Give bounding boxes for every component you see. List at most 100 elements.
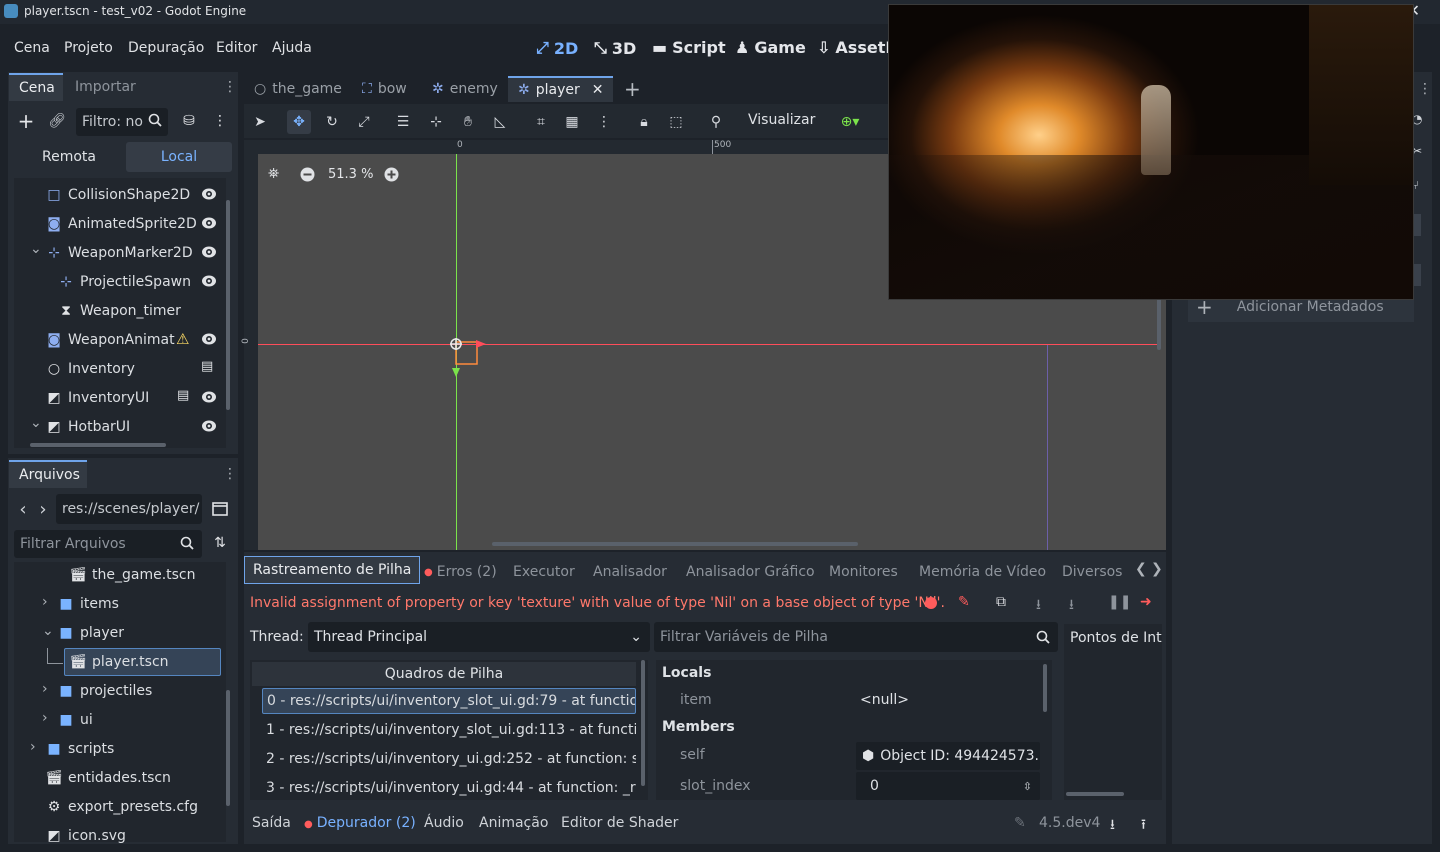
visibility-eye-icon[interactable] (201, 245, 217, 259)
scene-tree-node[interactable]: ◩ HotbarUI (46, 413, 130, 441)
viewport-hscrollbar[interactable] (492, 542, 858, 546)
scene-tree-node[interactable]: ○ Inventory (46, 355, 135, 383)
file-tree-folder[interactable]: ■ ui (58, 706, 92, 734)
add-key-icon[interactable]: ⊕▾ (832, 110, 868, 134)
thread-select[interactable]: Thread Principal ⌄ (308, 622, 650, 652)
inspector-menu-icon[interactable]: ⋮ (1414, 78, 1436, 100)
new-scene-tab-icon[interactable]: + (624, 76, 641, 102)
file-tree-file[interactable]: ◩ icon.svg (46, 822, 126, 850)
link-icon[interactable]: 🔗︎ (46, 110, 68, 132)
lock-icon[interactable]: 🔒︎ (632, 110, 656, 134)
visibility-eye-icon[interactable] (201, 274, 217, 288)
toggle-split-icon[interactable] (209, 498, 231, 520)
file-tree-file[interactable]: ⚙ export_presets.cfg (46, 793, 198, 821)
view-menu-button[interactable]: Visualizar (748, 112, 815, 128)
scene-tree-node[interactable]: ◙ WeaponAnimat (46, 326, 174, 354)
var-slot-index-spinbox[interactable]: 0 ⇳ (856, 772, 1040, 800)
tab-profiler[interactable]: Analisador (593, 560, 667, 584)
bottom-tab-audio[interactable]: Áudio (424, 815, 464, 831)
visibility-eye-icon[interactable] (201, 216, 217, 230)
scene-filter-input[interactable]: Filtro: no (76, 108, 168, 136)
scene-tree-hscrollbar[interactable] (30, 443, 166, 447)
group-icon[interactable]: ⬚ (664, 110, 688, 134)
file-tree-folder[interactable]: ■ items (58, 590, 119, 618)
copy-error-icon[interactable]: ⧉ (996, 594, 1006, 610)
scene-tree-scrollbar[interactable] (226, 200, 230, 410)
expand-panel-icon[interactable]: ⭱ (1141, 814, 1146, 838)
clear-breakpoints-icon[interactable]: ✎ (958, 594, 970, 610)
back-icon[interactable]: ‹ (12, 498, 34, 520)
add-node-icon[interactable]: + (15, 109, 37, 133)
files-dock-menu-icon[interactable]: ⋮ (219, 463, 241, 485)
instance-scene-icon[interactable]: ⛁ (178, 110, 200, 132)
visibility-eye-icon[interactable] (201, 390, 217, 404)
sort-icon[interactable]: ⇅ (209, 532, 231, 554)
var-item-value[interactable]: <null> (854, 686, 1040, 714)
zoom-out-icon[interactable] (300, 167, 315, 182)
more-options-icon[interactable]: ⋮ (209, 110, 231, 132)
forward-icon[interactable]: › (32, 498, 54, 520)
scene-tree-node[interactable]: ◩ InventoryUI (46, 384, 149, 412)
scene-tree-node[interactable]: □ CollisionShape2D (46, 181, 190, 209)
ruler-tool-icon[interactable]: ◺ (488, 110, 512, 134)
stack-frame-row[interactable]: 2 - res://scripts/ui/inventory_ui.gd:252… (262, 746, 636, 772)
scene-tree-node[interactable]: ◙ AnimatedSprite2D (46, 210, 197, 238)
stack-frame-row[interactable]: 1 - res://scripts/ui/inventory_slot_ui.g… (262, 717, 636, 743)
visibility-eye-icon[interactable] (201, 187, 217, 201)
bottom-tab-debugger[interactable]: ● Depurador (2) (304, 815, 416, 831)
file-tree-scrollbar[interactable] (226, 690, 230, 806)
chevron-down-icon[interactable]: ⌄ (42, 623, 54, 639)
skeleton-icon[interactable]: ⚲ (704, 110, 728, 134)
tab-executor[interactable]: Executor (513, 560, 575, 584)
tab-scene[interactable]: Cena (9, 73, 63, 101)
stack-frame-row[interactable]: 3 - res://scripts/ui/inventory_ui.gd:44 … (262, 775, 636, 801)
script-attached-icon[interactable]: ▤ (177, 388, 189, 403)
tab-stack-trace[interactable]: Rastreamento de Pilha (244, 556, 421, 584)
scene-tab-bow[interactable]: ⛶ bow (362, 76, 407, 102)
chevron-right-icon[interactable]: › (42, 710, 48, 726)
move-gizmo[interactable] (446, 334, 486, 378)
bottom-tab-shader-editor[interactable]: Editor de Shader (561, 815, 678, 831)
dock-menu-icon[interactable]: ⋮ (219, 76, 241, 98)
step-over-icon[interactable]: ⭳ (1069, 594, 1074, 618)
scene-tree-node[interactable]: ⊹ ProjectileSpawn (58, 268, 191, 296)
visibility-eye-icon[interactable] (201, 419, 217, 433)
file-tree-folder[interactable]: ■ player (58, 619, 124, 647)
pivot-tool-icon[interactable]: ⊹ (424, 110, 448, 134)
workspace-3d-button[interactable]: ⤡ 3D (594, 38, 636, 58)
pan-tool-icon[interactable]: ✋︎ (456, 110, 480, 134)
breakpoints-hscrollbar[interactable] (1066, 792, 1124, 796)
tab-files[interactable]: Arquivos (9, 460, 87, 488)
menu-debug[interactable]: Depuração (128, 40, 204, 56)
stack-frames-scrollbar[interactable] (641, 660, 645, 786)
select-tool-icon[interactable]: ➤ (248, 110, 272, 134)
tabs-scroll-right-icon[interactable]: ❯ (1151, 561, 1163, 577)
viewport-vscrollbar[interactable] (1157, 296, 1161, 350)
scale-tool-icon[interactable]: ⤢ (352, 110, 376, 134)
bottom-tab-output[interactable]: Saída (252, 815, 291, 831)
step-into-icon[interactable]: ⭳ (1036, 594, 1041, 618)
tab-misc[interactable]: Diversos (1062, 560, 1122, 584)
file-tree-folder[interactable]: ■ scripts (46, 735, 114, 763)
tab-video-memory[interactable]: Memória de Vídeo (919, 560, 1046, 584)
chevron-down-icon[interactable]: ⌄ (30, 415, 42, 431)
menu-scene[interactable]: Cena (14, 40, 50, 56)
menu-editor[interactable]: Editor (216, 40, 257, 56)
local-tab[interactable]: Local (126, 142, 232, 172)
visibility-eye-icon[interactable] (201, 332, 217, 346)
file-tree-file[interactable]: 🎬︎ the_game.tscn (69, 561, 195, 589)
tab-monitors[interactable]: Monitores (829, 560, 898, 584)
tab-visual-profiler[interactable]: Analisador Gráfico (686, 560, 815, 584)
chevron-right-icon[interactable]: › (42, 594, 48, 610)
zoom-in-icon[interactable] (384, 167, 399, 182)
continue-icon[interactable]: ➜ (1140, 594, 1152, 610)
workspace-assetlib-button[interactable]: ⇩ AssetL (817, 38, 896, 57)
chevron-down-icon[interactable]: ⌄ (30, 241, 42, 257)
center-view-icon[interactable]: ⛯ (268, 166, 284, 182)
file-tree-file[interactable]: 🎬︎ entidades.tscn (45, 764, 171, 792)
snap-options-icon[interactable]: ⋮ (592, 110, 616, 134)
list-select-icon[interactable]: ☰ (391, 110, 415, 134)
close-tab-icon[interactable]: ✕ (592, 82, 604, 98)
tab-import[interactable]: Importar (65, 73, 146, 101)
scene-tab-the-game[interactable]: ○ the_game (254, 76, 342, 102)
